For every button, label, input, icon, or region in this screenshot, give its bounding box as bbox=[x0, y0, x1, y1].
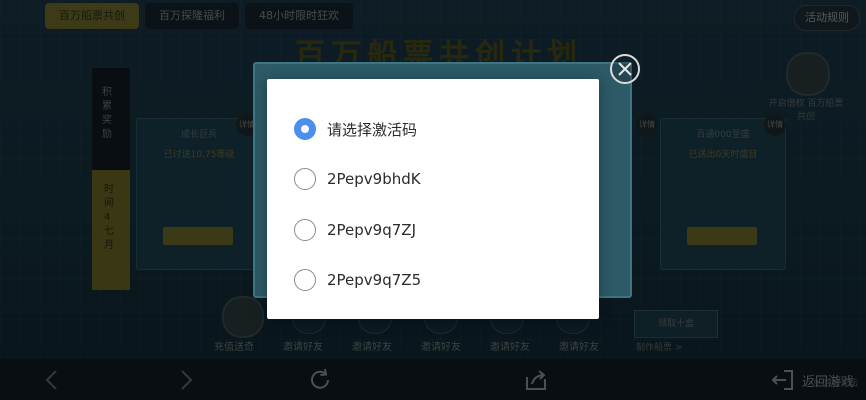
radio-icon[interactable] bbox=[294, 219, 316, 241]
option-label: 请选择激活码 bbox=[327, 120, 418, 139]
option-code-1[interactable]: 2Pepv9bhdK bbox=[294, 166, 421, 192]
option-label: 2Pepv9q7ZJ bbox=[327, 221, 416, 239]
radio-checked-icon[interactable] bbox=[294, 118, 316, 140]
screen: 百万船票共创 百万探隆福利 48小时限时狂欢 活动规则 百万船票共创计划 积累奖… bbox=[0, 0, 866, 400]
option-select-prompt[interactable]: 请选择激活码 bbox=[294, 116, 417, 142]
activation-code-dialog: 请选择激活码 2Pepv9bhdK 2Pepv9q7ZJ 2Pepv9q7Z5 bbox=[267, 79, 599, 319]
close-button[interactable] bbox=[610, 54, 640, 84]
radio-icon[interactable] bbox=[294, 269, 316, 291]
option-code-3[interactable]: 2Pepv9q7Z5 bbox=[294, 267, 421, 293]
radio-icon[interactable] bbox=[294, 168, 316, 190]
option-label: 2Pepv9bhdK bbox=[327, 170, 421, 188]
option-code-2[interactable]: 2Pepv9q7ZJ bbox=[294, 217, 416, 243]
close-icon bbox=[618, 62, 632, 76]
option-label: 2Pepv9q7Z5 bbox=[327, 271, 422, 289]
